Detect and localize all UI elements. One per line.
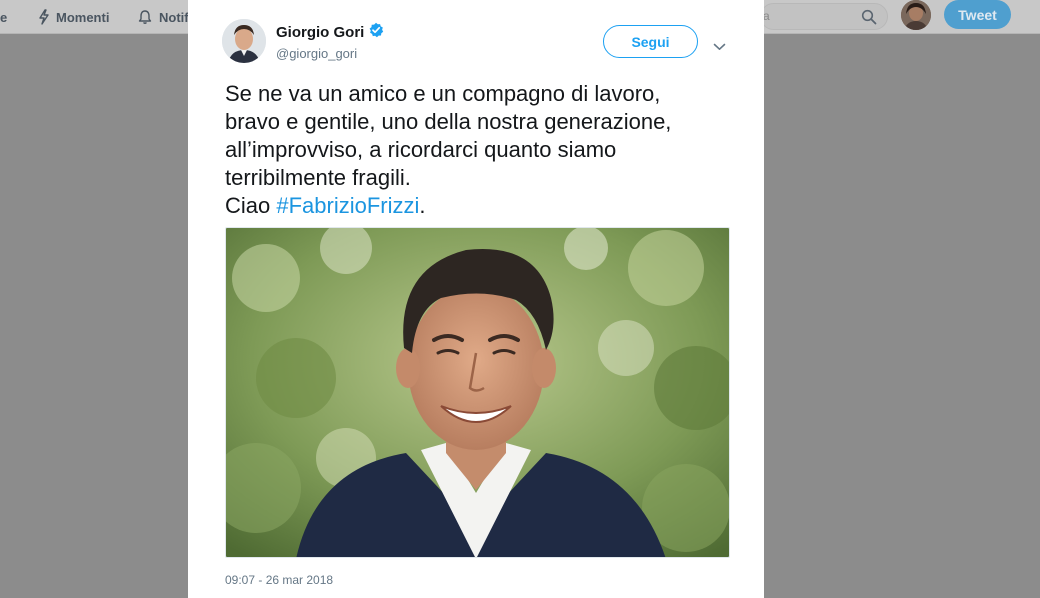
nav-notifications[interactable]: Notifi (137, 0, 192, 34)
bell-icon (137, 9, 153, 25)
lightning-icon (38, 9, 50, 25)
nav-moments-label: Momenti (56, 9, 110, 25)
author-name-text: Giorgio Gori (276, 23, 365, 41)
nav-home-label: e (0, 9, 8, 25)
tweet-text-prefix: Ciao (225, 193, 277, 218)
chevron-down-icon[interactable] (713, 38, 726, 56)
tweet-text-line: terribilmente fragili. (225, 165, 411, 190)
tweet-photo[interactable] (225, 227, 730, 558)
tweet-text-suffix: . (419, 193, 426, 218)
search-input-text: a (763, 9, 770, 23)
tweet-text-line: Se ne va un amico e un compagno di lavor… (225, 81, 661, 106)
tweet-text-line: all’improvviso, a ricordarci quanto siam… (225, 137, 617, 162)
user-avatar[interactable] (901, 0, 931, 30)
author-handle[interactable]: @giorgio_gori (276, 46, 357, 61)
tweet-modal: Giorgio Gori @giorgio_gori Segui Se ne v… (188, 0, 764, 598)
follow-button[interactable]: Segui (603, 25, 698, 58)
nav-home[interactable]: e (0, 0, 7, 34)
tweet-timestamp[interactable]: 09:07 - 26 mar 2018 (225, 573, 333, 587)
nav-moments[interactable]: Momenti (38, 0, 109, 34)
search-input[interactable]: a (760, 3, 888, 30)
search-icon[interactable] (861, 9, 877, 30)
author-avatar[interactable] (222, 19, 266, 63)
verified-badge-icon (368, 22, 384, 42)
tweet-text-line: bravo e gentile, uno della nostra genera… (225, 109, 672, 134)
tweet-button[interactable]: Tweet (944, 0, 1011, 29)
hashtag-link[interactable]: #FabrizioFrizzi (276, 193, 419, 218)
author-name[interactable]: Giorgio Gori (276, 22, 384, 42)
tweet-text-last-line: Ciao #FabrizioFrizzi. (225, 192, 745, 220)
tweet-text: Se ne va un amico e un compagno di lavor… (225, 80, 745, 220)
